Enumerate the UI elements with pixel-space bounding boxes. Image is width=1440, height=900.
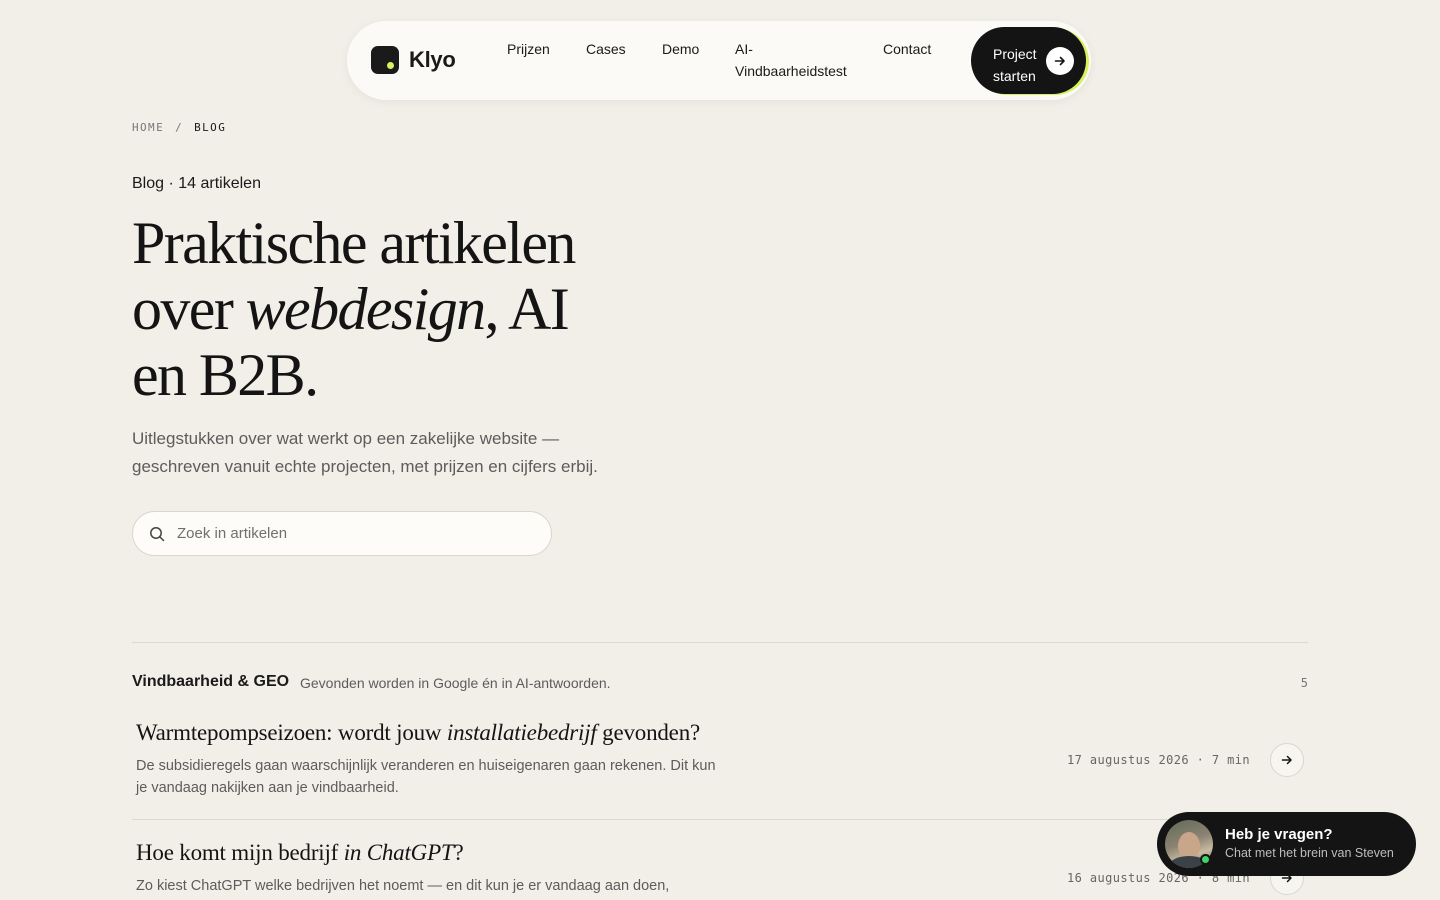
arrow-right-icon <box>1046 47 1074 75</box>
article-excerpt: De subsidieregels gaan waarschijnlijk ve… <box>136 758 716 796</box>
article-row[interactable]: Hoe komt mijn bedrijf in ChatGPT? Zo kie… <box>132 840 1308 900</box>
arrow-right-icon <box>1281 755 1292 765</box>
category-header: Vindbaarheid & GEO Gevonden worden in Go… <box>132 673 1308 693</box>
article-title[interactable]: Hoe komt mijn bedrijf in ChatGPT? <box>136 840 464 866</box>
blog-kicker: Blog · 14 artikelen <box>132 175 261 192</box>
category-name: Vindbaarheid & GEO <box>132 673 290 690</box>
online-status-icon <box>1200 854 1211 865</box>
open-article-button[interactable] <box>1270 743 1304 777</box>
project-starten-button[interactable]: Project starten <box>971 27 1086 94</box>
article-title[interactable]: Warmtepompseizoen: wordt jouw installati… <box>136 720 700 746</box>
nav-link-contact[interactable]: Contact <box>883 38 931 60</box>
breadcrumb-home[interactable]: HOME <box>132 121 164 134</box>
article-divider <box>132 819 1308 820</box>
nav-link-demo[interactable]: Demo <box>662 38 699 60</box>
top-navigation: Klyo Prijzen Cases Demo AI- Vindbaarheid… <box>347 21 1091 100</box>
chat-widget[interactable]: Heb je vragen? Chat met het brein van St… <box>1157 812 1416 876</box>
page-subtitle: Uitlegstukken over wat werkt op een zake… <box>132 429 598 476</box>
nav-link-prijzen[interactable]: Prijzen <box>507 38 550 60</box>
chat-subtitle: Chat met het brein van Steven <box>1225 846 1394 860</box>
search-input[interactable] <box>177 512 537 555</box>
article-meta: 17 augustus 2026 · 7 min <box>1067 753 1250 767</box>
article-row[interactable]: Warmtepompseizoen: wordt jouw installati… <box>132 720 1308 820</box>
brand-logo[interactable]: Klyo <box>371 46 456 74</box>
breadcrumb: HOME / BLOG <box>132 121 226 134</box>
breadcrumb-current: BLOG <box>194 121 227 134</box>
brand-name: Klyo <box>409 47 456 72</box>
chat-title: Heb je vragen? <box>1225 826 1333 843</box>
category-count: 5 <box>1300 676 1308 690</box>
search-box <box>132 511 552 556</box>
nav-link-cases[interactable]: Cases <box>586 38 626 60</box>
logo-icon <box>371 46 399 74</box>
cta-label: Project starten <box>993 46 1037 84</box>
breadcrumb-separator: / <box>175 121 184 134</box>
page-title: Praktische artikelen over webdesign, AI … <box>132 210 576 408</box>
article-excerpt: Zo kiest ChatGPT welke bedrijven het noe… <box>136 878 670 894</box>
section-divider <box>132 642 1308 643</box>
category-description: Gevonden worden in Google én in AI-antwo… <box>300 675 611 691</box>
search-icon <box>150 527 165 542</box>
nav-link-ai-vindbaarheidstest[interactable]: AI- Vindbaarheidstest <box>735 38 865 82</box>
